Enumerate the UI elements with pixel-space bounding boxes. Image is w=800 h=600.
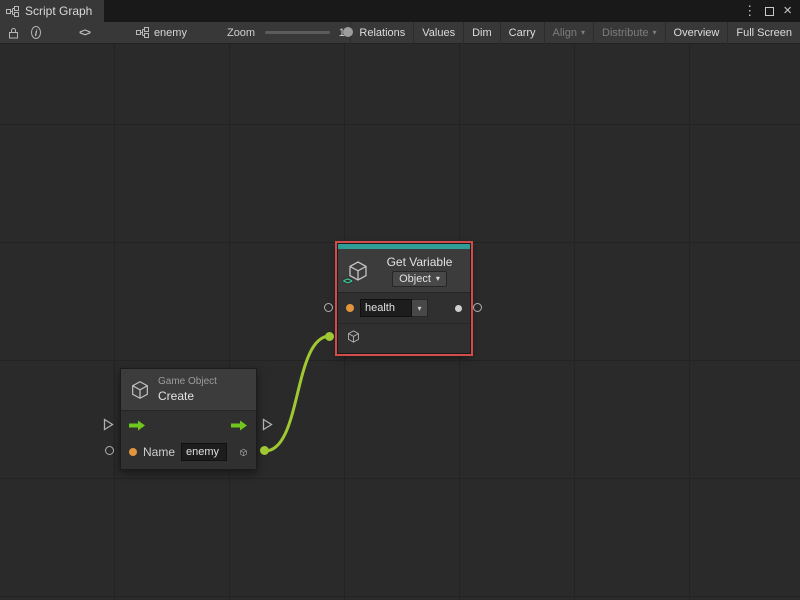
chevron-down-icon: ▾ bbox=[581, 28, 585, 37]
carry-button[interactable]: Carry bbox=[500, 22, 544, 44]
flow-input-arrow-icon[interactable] bbox=[129, 420, 146, 431]
game-object-cube-icon bbox=[129, 379, 151, 401]
graph-canvas[interactable]: Game Object Create Name bbox=[0, 44, 800, 600]
getvar-object-in-port[interactable] bbox=[325, 332, 334, 341]
name-port-dot[interactable] bbox=[129, 448, 137, 456]
dim-button[interactable]: Dim bbox=[463, 22, 500, 44]
connection-wire[interactable] bbox=[265, 336, 330, 451]
align-button[interactable]: Align ▾ bbox=[544, 22, 593, 44]
chevron-down-icon: ▾ bbox=[653, 28, 657, 37]
getvar-value-out-port[interactable] bbox=[473, 303, 482, 312]
game-object-output-cube-icon[interactable] bbox=[239, 445, 248, 460]
create-node-title: Create bbox=[158, 389, 194, 403]
flow-output-arrow-icon[interactable] bbox=[231, 420, 248, 431]
graph-breadcrumb[interactable]: enemy bbox=[136, 27, 187, 39]
maximize-icon[interactable] bbox=[765, 7, 774, 16]
name-field-label: Name bbox=[143, 445, 175, 459]
variable-scope-dropdown[interactable]: Object ▾ bbox=[392, 271, 447, 287]
create-gameobject-out-port[interactable] bbox=[260, 446, 269, 455]
create-name-in-port[interactable] bbox=[105, 446, 114, 455]
getvar-name-in-port[interactable] bbox=[324, 303, 333, 312]
create-node-category: Game Object bbox=[158, 376, 217, 387]
get-variable-title: Get Variable bbox=[387, 255, 453, 269]
distribute-button[interactable]: Distribute ▾ bbox=[593, 22, 664, 44]
fullscreen-button[interactable]: Full Screen bbox=[727, 22, 800, 44]
graph-icon bbox=[136, 27, 149, 38]
graph-name: enemy bbox=[154, 27, 187, 39]
name-input[interactable] bbox=[181, 443, 227, 461]
values-button[interactable]: Values bbox=[413, 22, 463, 44]
get-variable-node[interactable]: <> Get Variable Object ▾ ▾ bbox=[337, 243, 471, 354]
chevron-down-icon: ▾ bbox=[417, 304, 421, 313]
create-node[interactable]: Game Object Create Name bbox=[120, 368, 257, 470]
code-icon[interactable]: <> bbox=[79, 27, 90, 39]
title-bar: Script Graph ⋮ × bbox=[0, 0, 800, 22]
zoom-slider[interactable] bbox=[265, 31, 330, 34]
graph-toolbar: i <> enemy Zoom 1x Relations Values Dim … bbox=[0, 22, 800, 44]
create-flow-out-port[interactable] bbox=[262, 418, 273, 431]
variable-name-input[interactable] bbox=[360, 299, 412, 317]
value-out-dot[interactable] bbox=[455, 305, 462, 312]
lock-icon[interactable] bbox=[8, 27, 19, 39]
variable-name-dropdown[interactable]: ▾ bbox=[412, 299, 428, 317]
relations-button[interactable]: Relations bbox=[350, 22, 413, 44]
variable-badge-icon: <> bbox=[343, 276, 352, 286]
close-icon[interactable]: × bbox=[783, 0, 792, 22]
info-icon[interactable]: i bbox=[31, 26, 41, 39]
tab-script-graph[interactable]: Script Graph bbox=[0, 0, 104, 22]
object-input-cube-icon[interactable] bbox=[346, 329, 361, 344]
window-menu-icon[interactable]: ⋮ bbox=[743, 0, 756, 22]
chevron-down-icon: ▾ bbox=[436, 274, 440, 283]
zoom-label: Zoom bbox=[227, 27, 255, 39]
create-flow-in-port[interactable] bbox=[103, 418, 114, 431]
script-graph-icon bbox=[6, 6, 19, 17]
tab-title: Script Graph bbox=[25, 4, 92, 18]
variable-name-port-dot[interactable] bbox=[346, 304, 354, 312]
overview-button[interactable]: Overview bbox=[665, 22, 728, 44]
